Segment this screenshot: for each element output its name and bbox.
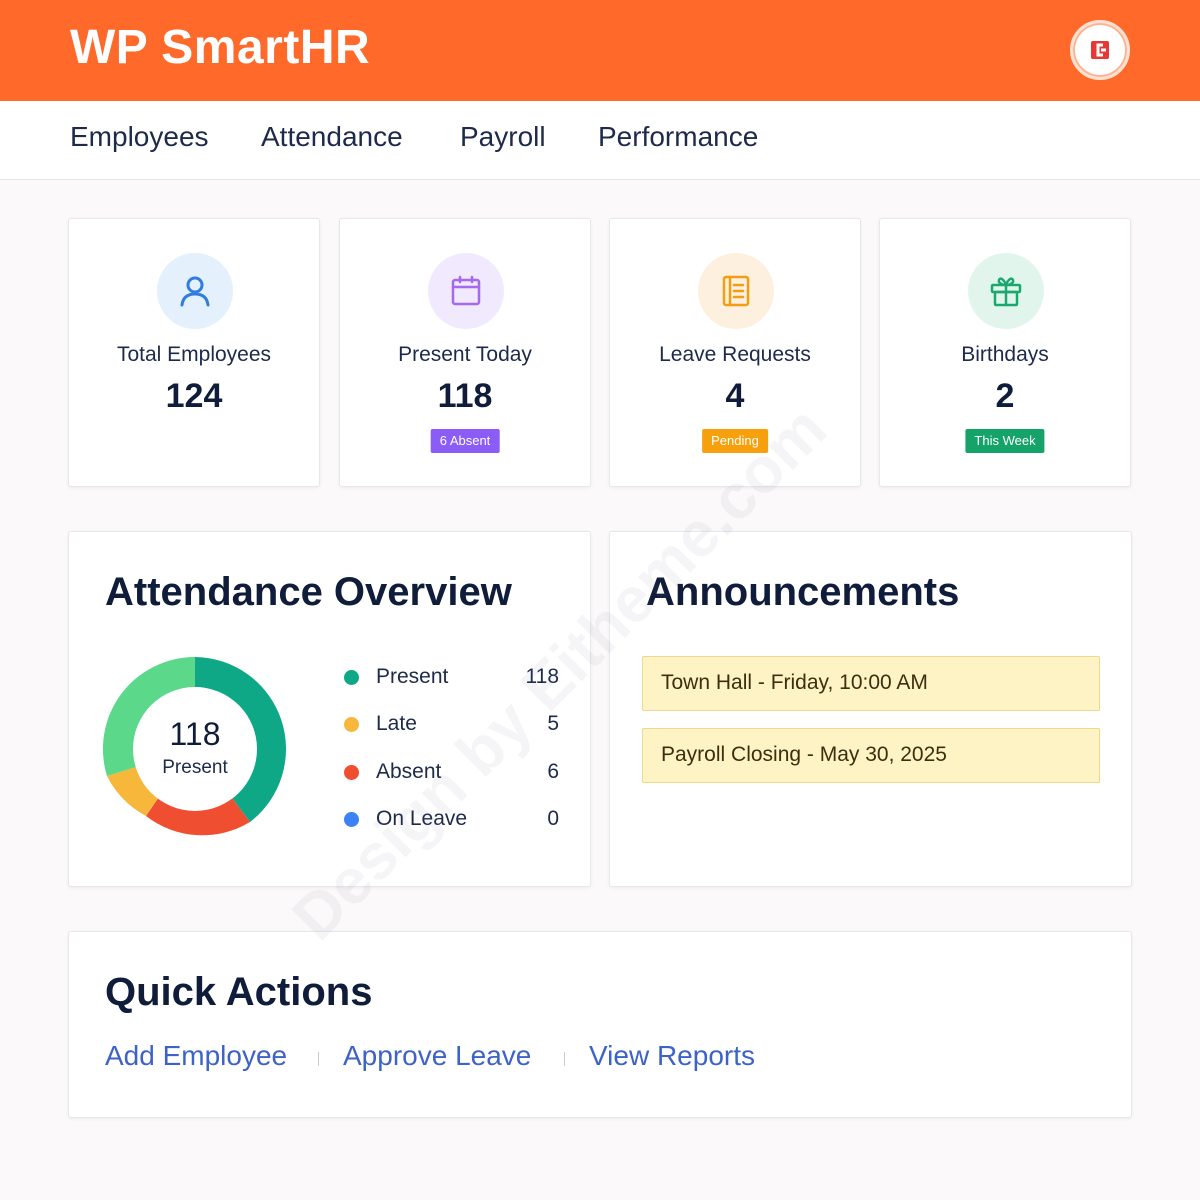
- stat-value: 2: [995, 377, 1015, 415]
- stat-card-total-employees[interactable]: Total Employees 124: [68, 218, 320, 487]
- view-reports-link[interactable]: View Reports: [589, 1040, 755, 1072]
- status-badge: Pending: [702, 429, 768, 453]
- add-employee-link[interactable]: Add Employee: [105, 1040, 287, 1072]
- link-divider: [318, 1052, 319, 1066]
- legend-value: 6: [547, 760, 559, 783]
- status-badge: This Week: [965, 429, 1045, 453]
- status-badge: 6 Absent: [430, 429, 500, 453]
- legend-dot: [344, 812, 359, 827]
- legend-dot: [344, 670, 359, 685]
- nav-item-performance[interactable]: Performance: [598, 121, 758, 153]
- legend-item: Late 5: [344, 710, 559, 740]
- gift-icon: [990, 277, 1022, 307]
- nav-item-employees[interactable]: Employees: [70, 121, 209, 153]
- legend-item: On Leave 0: [344, 805, 559, 835]
- user-avatar-icon: [1091, 41, 1109, 59]
- panel-title: Attendance Overview: [105, 570, 512, 614]
- announcement-item[interactable]: Payroll Closing - May 30, 2025: [642, 728, 1100, 783]
- approve-leave-link[interactable]: Approve Leave: [343, 1040, 531, 1072]
- legend-item: Absent 6: [344, 758, 559, 788]
- main-nav: Employees Attendance Payroll Performance: [0, 101, 1200, 180]
- quick-actions-panel: Quick Actions Add Employee Approve Leave…: [68, 931, 1132, 1118]
- stat-card-leave-requests[interactable]: Leave Requests 4 Pending: [609, 218, 861, 487]
- stat-card-birthdays[interactable]: Birthdays 2 This Week: [879, 218, 1131, 487]
- legend-label: Absent: [376, 760, 442, 783]
- stat-value: 118: [437, 377, 493, 415]
- announcement-item[interactable]: Town Hall - Friday, 10:00 AM: [642, 656, 1100, 711]
- stat-icon-wrap: [968, 253, 1044, 329]
- stat-icon-wrap: [157, 253, 233, 329]
- stat-icon-wrap: [428, 253, 504, 329]
- app-header: WP SmartHR: [0, 0, 1200, 101]
- legend-label: Late: [376, 712, 417, 735]
- announcements-panel: Announcements Town Hall - Friday, 10:00 …: [609, 531, 1132, 887]
- stat-label: Birthdays: [961, 343, 1049, 366]
- stat-icon-wrap: [698, 253, 774, 329]
- nav-item-payroll[interactable]: Payroll: [460, 121, 546, 153]
- panel-title: Announcements: [646, 570, 960, 614]
- legend-value: 5: [547, 712, 559, 735]
- nav-item-attendance[interactable]: Attendance: [261, 121, 403, 153]
- donut-center-value: 118: [169, 716, 221, 752]
- stat-card-present-today[interactable]: Present Today 118 6 Absent: [339, 218, 591, 487]
- legend-dot: [344, 717, 359, 732]
- legend-value: 0: [547, 807, 559, 830]
- legend-value: 118: [525, 665, 559, 688]
- stat-value: 4: [725, 377, 745, 415]
- legend-item: Present 118: [344, 663, 559, 693]
- attendance-overview-panel: Attendance Overview 118 Present Present …: [68, 531, 591, 887]
- document-icon: [722, 275, 750, 307]
- legend-label: On Leave: [376, 807, 468, 830]
- user-icon: [180, 276, 210, 307]
- calendar-icon: [451, 275, 481, 306]
- stat-label: Leave Requests: [659, 343, 811, 366]
- user-avatar[interactable]: [1070, 20, 1130, 80]
- brand-title: WP SmartHR: [70, 21, 371, 74]
- donut-center-label: Present: [162, 757, 228, 778]
- stat-label: Present Today: [398, 343, 532, 366]
- stat-value: 124: [165, 377, 223, 415]
- link-divider: [564, 1052, 565, 1066]
- stat-label: Total Employees: [116, 343, 272, 366]
- legend-label: Present: [376, 665, 449, 688]
- legend-dot: [344, 765, 359, 780]
- panel-title: Quick Actions: [105, 970, 373, 1014]
